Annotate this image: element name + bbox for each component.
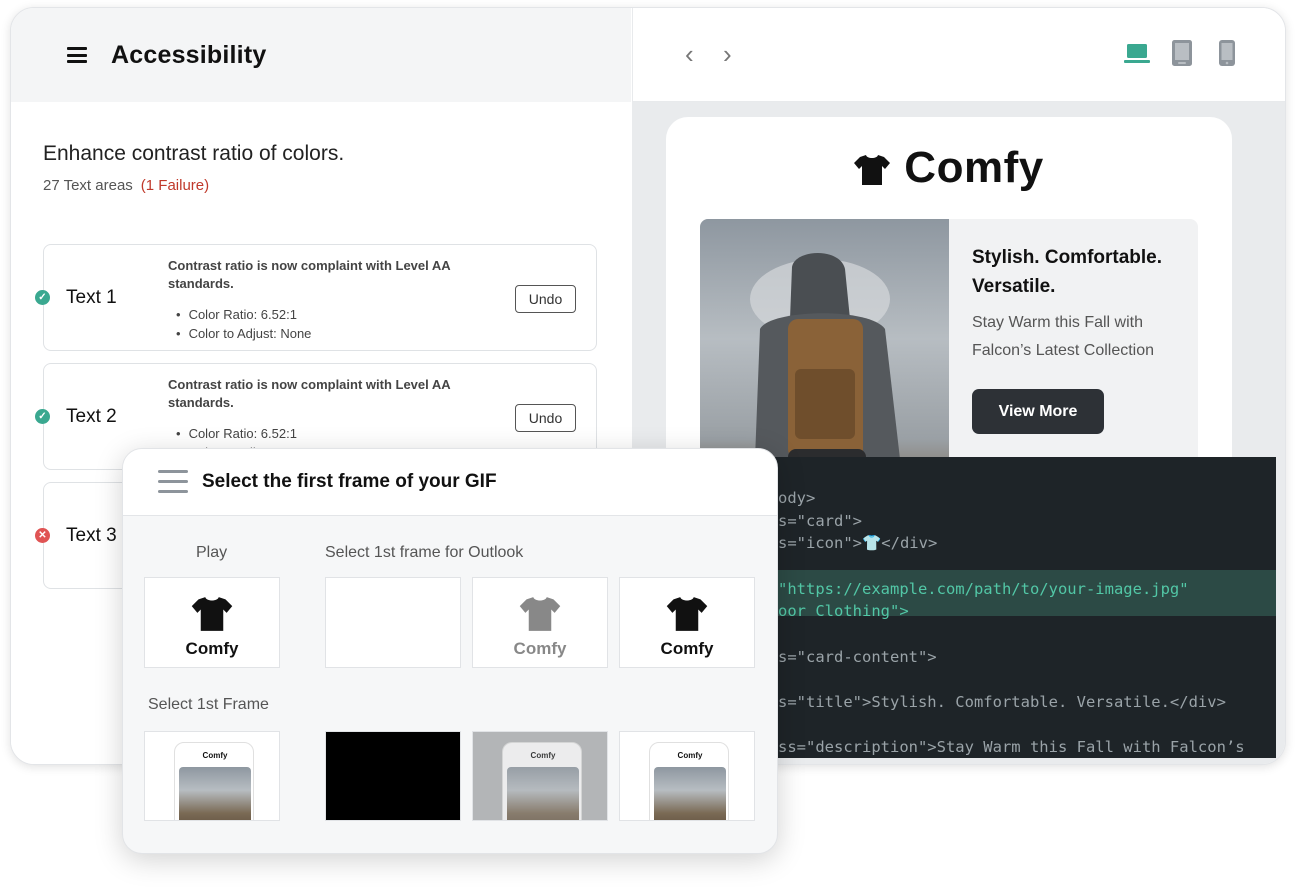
- undo-button[interactable]: Undo: [515, 285, 576, 313]
- error-circle-icon: ✕: [35, 528, 50, 543]
- phone-preview: Comfy: [649, 742, 729, 820]
- issue-label: Text 1: [66, 287, 117, 308]
- tshirt-icon: [854, 155, 891, 185]
- code-editor[interactable]: ody> s="card"> s="icon">👕</div> "https:/…: [768, 457, 1276, 758]
- issue-label: Text 2: [66, 406, 117, 427]
- hero-title: Stylish. Comfortable. Versatile.: [972, 247, 1163, 297]
- hero-text: Stay Warm this Fall with Falcon’s Latest…: [972, 314, 1155, 359]
- gif-frame-dialog: Select the first frame of your GIF Play …: [122, 448, 778, 854]
- phone-preview: Comfy: [174, 742, 254, 820]
- text-area-summary: 27 Text areas (1 Failure): [43, 177, 209, 194]
- code-line: s="card-content">: [778, 648, 937, 666]
- tile-brand: Comfy: [660, 639, 714, 658]
- check-circle-icon: ✓: [35, 290, 50, 305]
- preview-toolbar: ‹ ›: [632, 8, 1285, 102]
- page: Accessibility ‹ › Enhance contrast ratio…: [0, 0, 1296, 889]
- outlook-frame-blank[interactable]: [325, 577, 461, 668]
- check-circle-icon: ✓: [35, 409, 50, 424]
- hiker-photo: [654, 767, 726, 820]
- frame-thumbnail-faded[interactable]: Comfy: [472, 731, 608, 821]
- left-header: Accessibility: [11, 8, 631, 102]
- text-area-count: 27 Text areas: [43, 177, 133, 194]
- phone-preview: Comfy: [502, 742, 582, 820]
- hiker-photo: [179, 767, 251, 820]
- outlook-label: Select 1st frame for Outlook: [325, 544, 524, 561]
- phone-brand: Comfy: [530, 751, 556, 760]
- frame-thumbnail[interactable]: Comfy: [144, 731, 280, 821]
- issue-description: Contrast ratio is now complaint with Lev…: [168, 377, 451, 410]
- code-line: oor Clothing">: [778, 602, 909, 620]
- tshirt-icon: [666, 597, 708, 631]
- dialog-title: Select the first frame of your GIF: [202, 471, 497, 492]
- hamburger-icon[interactable]: [67, 47, 87, 63]
- color-ratio: Color Ratio: 6.52:1: [176, 424, 311, 443]
- play-label: Play: [196, 544, 228, 561]
- color-to-adjust: Color to Adjust: None: [176, 324, 312, 343]
- dialog-header: Select the first frame of your GIF: [123, 449, 777, 516]
- frame-thumbnail-black[interactable]: [325, 731, 461, 821]
- page-title: Accessibility: [111, 40, 267, 69]
- undo-button[interactable]: Undo: [515, 404, 576, 432]
- brand-name: Comfy: [904, 143, 1044, 192]
- tablet-icon[interactable]: [1172, 40, 1192, 71]
- code-line: ss="description">Stay Warm this Fall wit…: [778, 738, 1245, 756]
- hamburger-icon[interactable]: [158, 470, 188, 494]
- phone-brand: Comfy: [677, 751, 703, 760]
- outlook-frame-full[interactable]: Comfy: [619, 577, 755, 668]
- hiker-photo: [507, 767, 579, 820]
- phone-icon[interactable]: [1219, 40, 1235, 71]
- tshirt-icon: [191, 597, 233, 631]
- laptop-icon[interactable]: [1124, 41, 1150, 70]
- section-heading: Enhance contrast ratio of colors.: [43, 142, 345, 165]
- color-ratio: Color Ratio: 6.52:1: [176, 305, 311, 324]
- phone-brand: Comfy: [202, 751, 228, 760]
- tile-brand: Comfy: [513, 639, 567, 658]
- tshirt-icon: [519, 597, 561, 631]
- issue-label: Text 3: [66, 525, 117, 546]
- failure-count: (1 Failure): [140, 177, 210, 194]
- frame-thumbnail[interactable]: Comfy: [619, 731, 755, 821]
- code-line: ody>: [778, 489, 816, 507]
- first-frame-label: Select 1st Frame: [148, 696, 269, 713]
- tile-brand: Comfy: [185, 639, 239, 658]
- code-line: s="card">: [778, 512, 862, 530]
- chevron-left-icon[interactable]: ‹: [685, 41, 694, 67]
- brand-logo: Comfy: [666, 143, 1232, 193]
- code-line: "https://example.com/path/to/your-image.…: [778, 580, 1189, 598]
- outlook-frame-faded[interactable]: Comfy: [472, 577, 608, 668]
- chevron-right-icon[interactable]: ›: [723, 41, 732, 67]
- view-more-button[interactable]: View More: [972, 389, 1104, 434]
- play-tile[interactable]: Comfy: [144, 577, 280, 668]
- issue-details: Color Ratio: 6.52:1 Color to Adjust: Non…: [176, 305, 312, 343]
- issue-card[interactable]: ✓ Text 1 Contrast ratio is now complaint…: [35, 244, 597, 351]
- issue-description: Contrast ratio is now complaint with Lev…: [168, 258, 451, 291]
- code-line: s="icon">👕</div>: [778, 534, 938, 552]
- code-line: s="title">Stylish. Comfortable. Versatil…: [778, 693, 1226, 711]
